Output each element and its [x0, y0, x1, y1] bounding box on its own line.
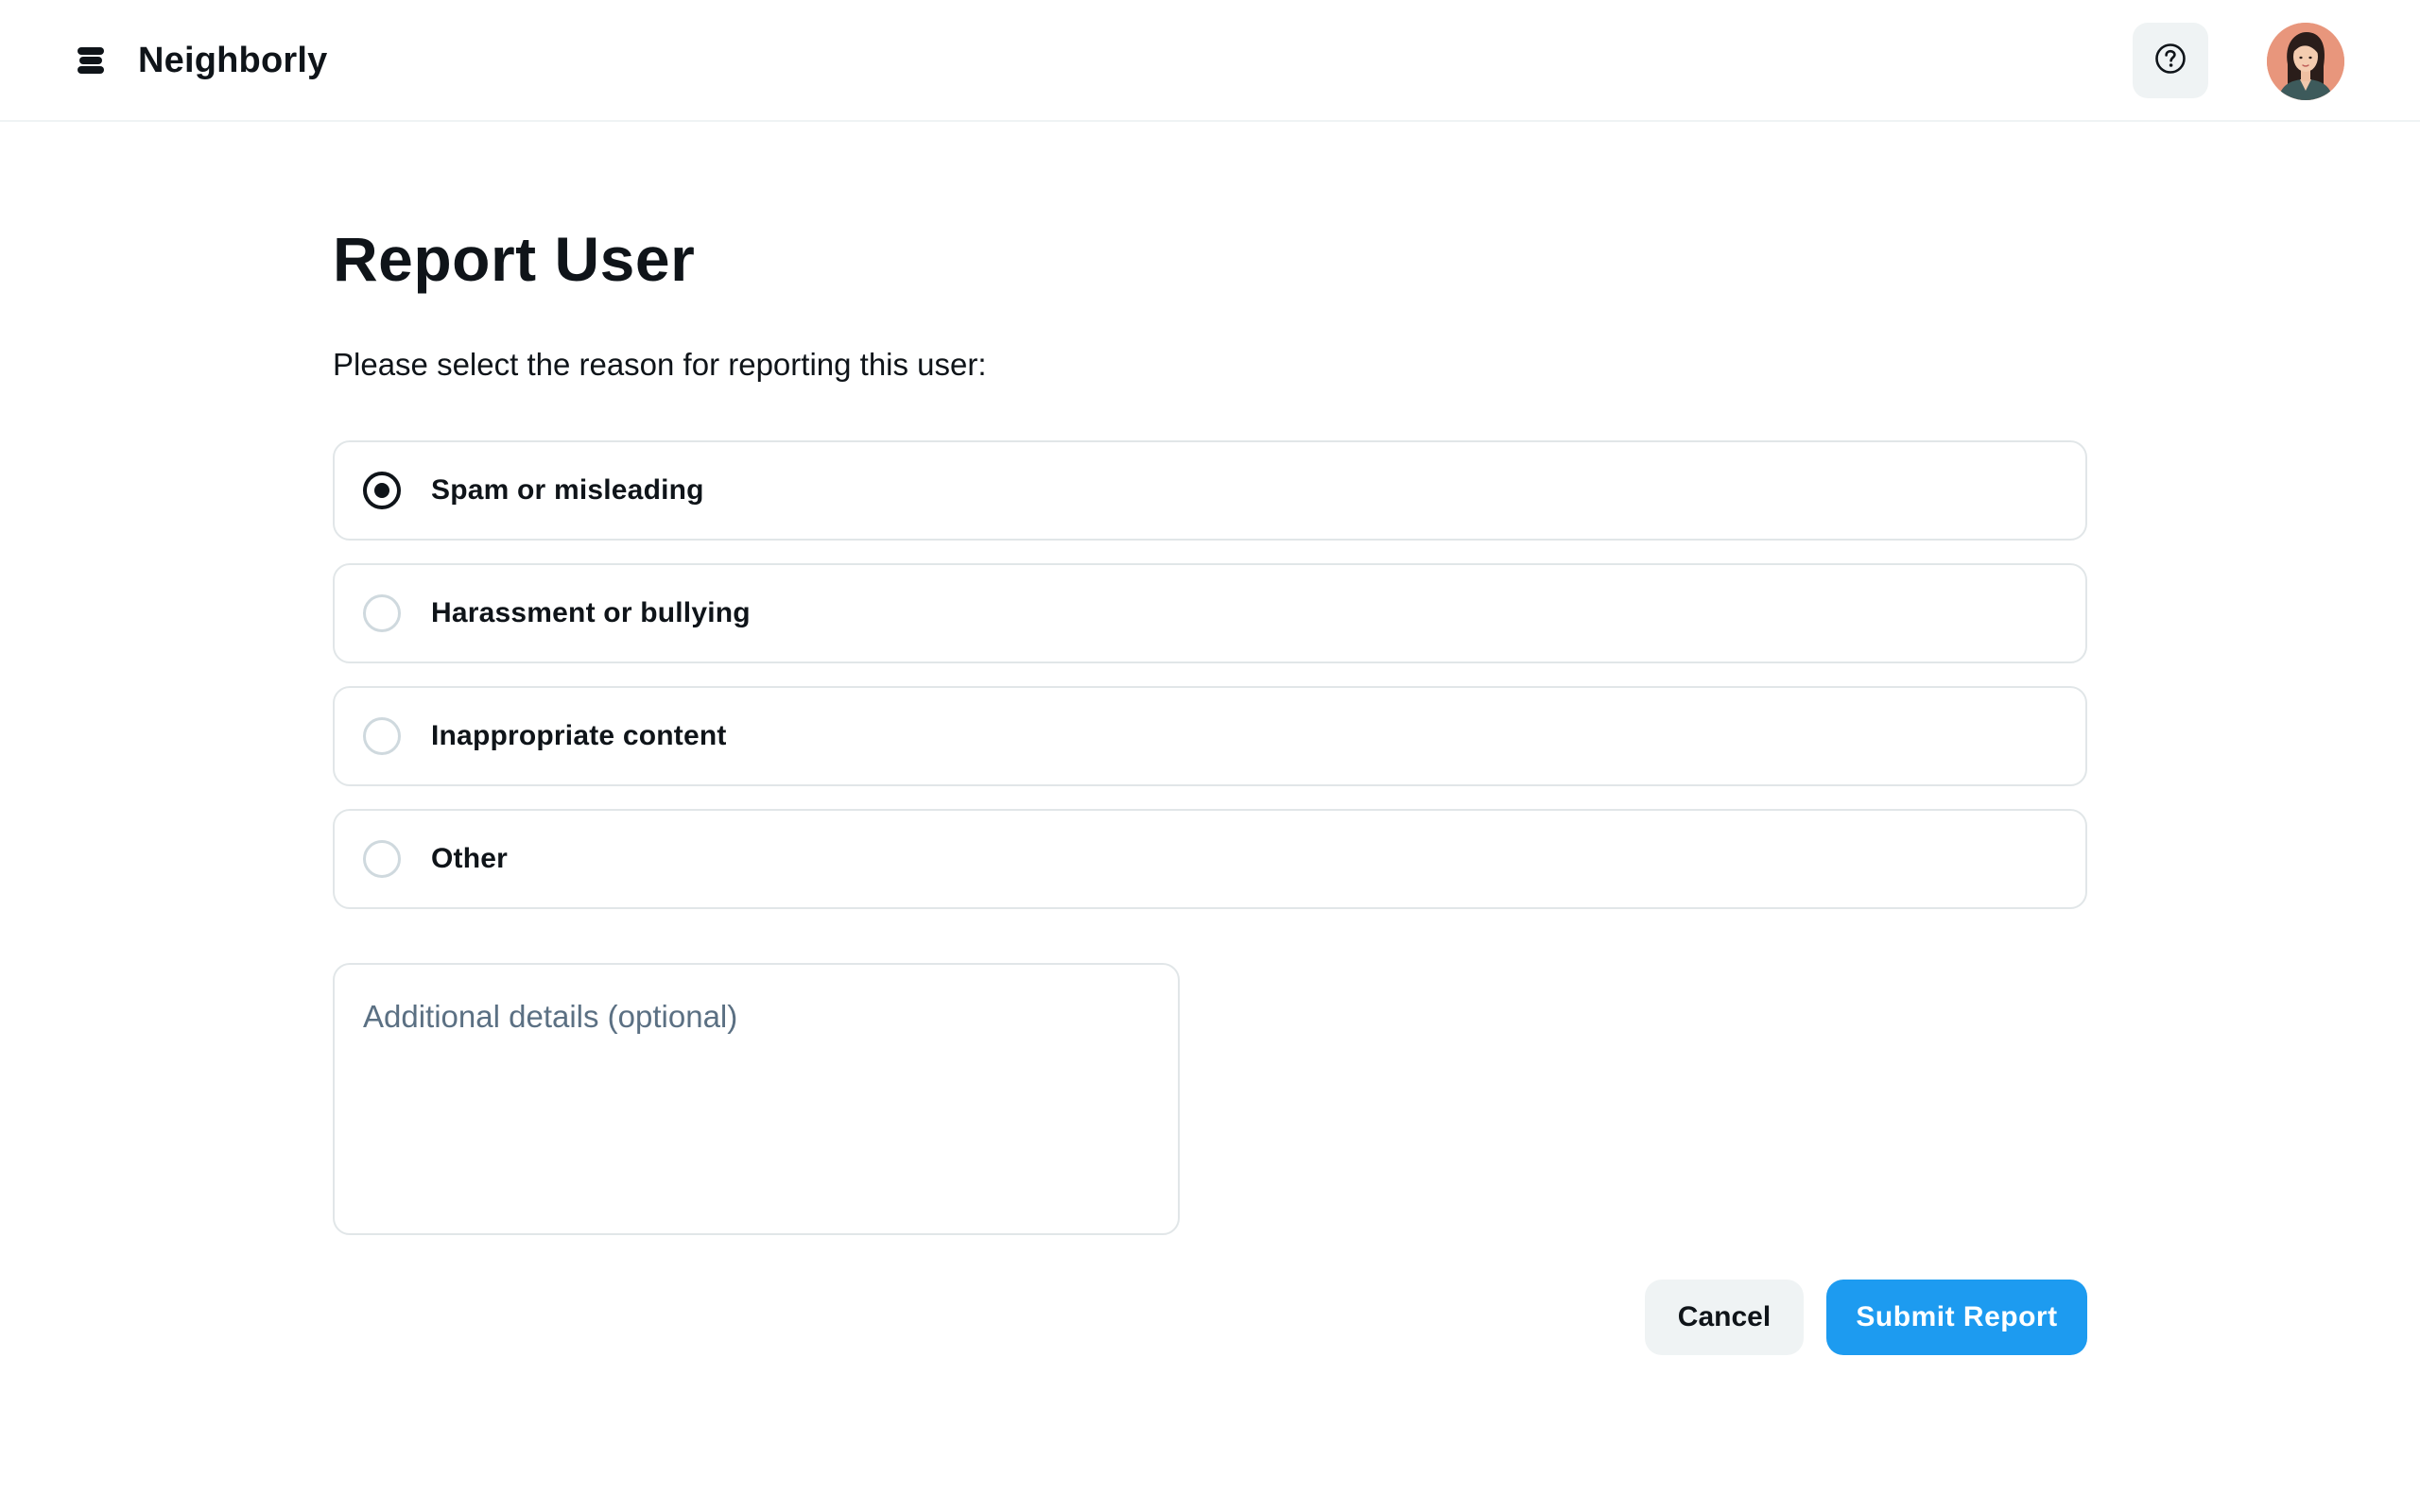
- radio-selected[interactable]: [363, 472, 401, 509]
- radio-unselected[interactable]: [363, 717, 401, 755]
- option-label: Harassment or bullying: [431, 597, 751, 628]
- help-button[interactable]: [2133, 23, 2208, 98]
- option-spam[interactable]: Spam or misleading: [333, 440, 2087, 541]
- submit-report-button[interactable]: Submit Report: [1826, 1280, 2087, 1355]
- option-inappropriate[interactable]: Inappropriate content: [333, 686, 2087, 786]
- top-bar: Neighborly: [0, 0, 2420, 122]
- page-title: Report User: [333, 224, 696, 294]
- avatar[interactable]: [2267, 23, 2344, 100]
- brand[interactable]: Neighborly: [76, 34, 327, 87]
- option-label: Other: [431, 843, 509, 874]
- option-label: Spam or misleading: [431, 474, 704, 506]
- radio-unselected[interactable]: [363, 594, 401, 632]
- cancel-button[interactable]: Cancel: [1645, 1280, 1804, 1355]
- question-circle-icon: [2154, 43, 2187, 79]
- option-harassment[interactable]: Harassment or bullying: [333, 563, 2087, 663]
- stack-logo-icon: [76, 45, 106, 76]
- brand-name: Neighborly: [138, 40, 328, 80]
- reason-prompt: Please select the reason for reporting t…: [333, 347, 987, 382]
- additional-details-field[interactable]: [333, 963, 1180, 1235]
- option-other[interactable]: Other: [333, 809, 2087, 909]
- option-label: Inappropriate content: [431, 720, 727, 751]
- radio-unselected[interactable]: [363, 840, 401, 878]
